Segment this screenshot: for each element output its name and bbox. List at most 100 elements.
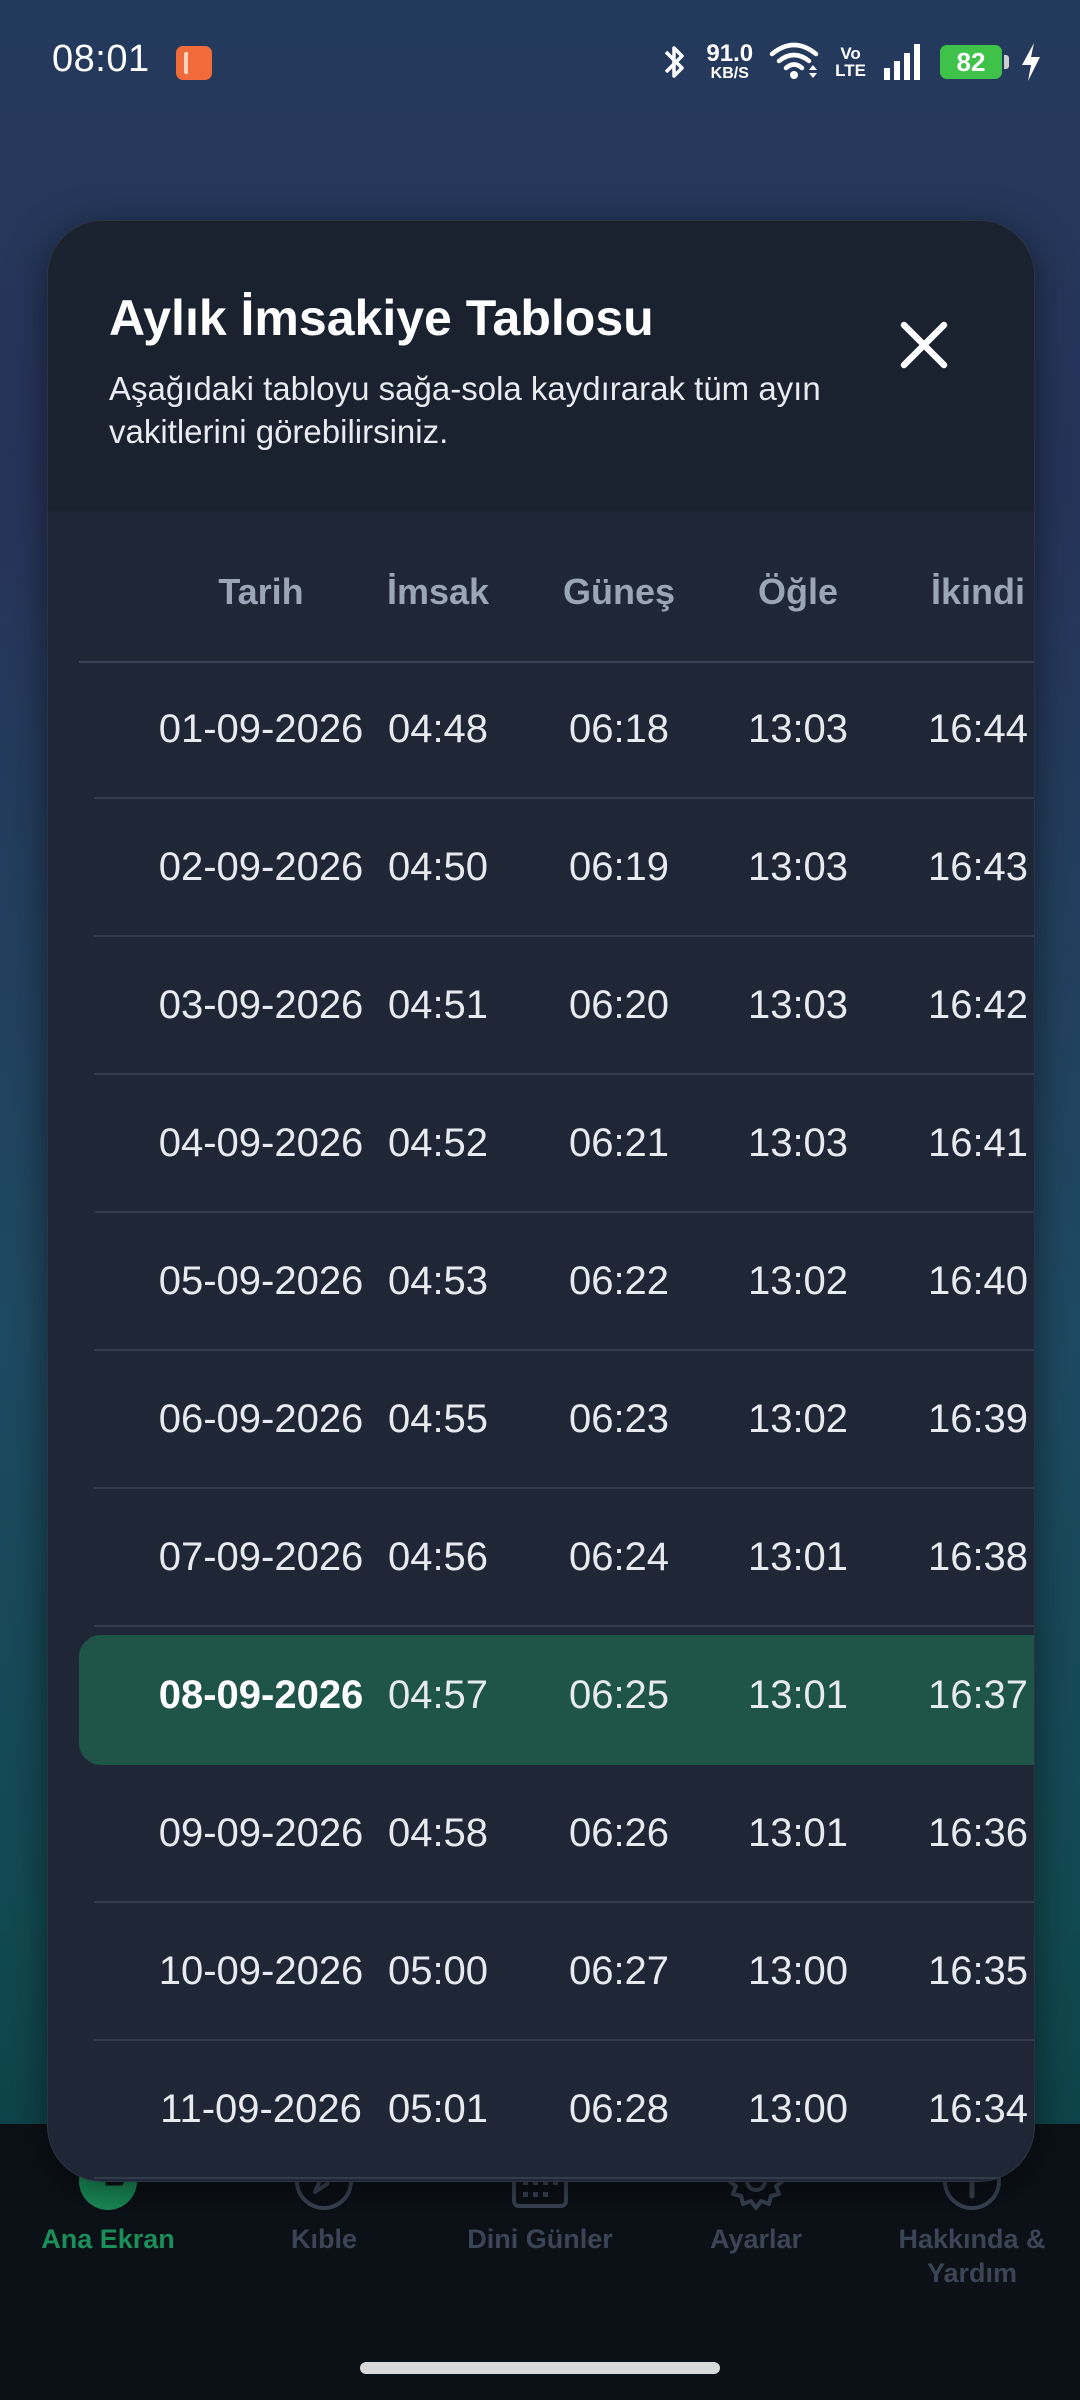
cell-ikindi: 16:37: [927, 1673, 1029, 1717]
column-header-date: Tarih: [218, 571, 304, 612]
battery-indicator: 82: [940, 45, 1009, 79]
cell-ikindi: 16:42: [927, 983, 1029, 1027]
cell-gunes: 06:21: [568, 1121, 670, 1165]
wifi-icon: [769, 42, 819, 79]
cell-imsak: 04:53: [387, 1259, 489, 1303]
cell-ogle: 13:03: [747, 1121, 849, 1165]
cell-date: 05-09-2026: [158, 1259, 364, 1303]
charging-icon: [1022, 43, 1040, 81]
cell-ikindi: 16:36: [927, 1811, 1029, 1855]
table-row: 07-09-2026 04:56 06:24 13:01 16:38: [48, 1489, 1034, 1627]
cell-ikindi: 16:39: [927, 1397, 1029, 1441]
home-indicator[interactable]: [360, 2362, 720, 2374]
cell-ogle: 13:03: [747, 707, 849, 751]
signal-icon: [884, 44, 920, 80]
table-row: 02-09-2026 04:50 06:19 13:03 16:43: [48, 799, 1034, 937]
cell-gunes: 06:27: [568, 1949, 670, 1993]
monthly-timetable-modal: Aylık İmsakiye Tablosu Aşağıdaki tabloyu…: [47, 220, 1035, 2182]
cell-date: 11-09-2026: [160, 2087, 362, 2131]
cell-ogle: 13:02: [747, 1397, 849, 1441]
cell-ogle: 13:00: [747, 2087, 849, 2131]
nav-label-about: Hakkında & Yardım: [898, 2224, 1046, 2288]
cell-ogle: 13:03: [747, 845, 849, 889]
cell-gunes: 06:20: [568, 983, 670, 1027]
cell-imsak: 05:01: [387, 2087, 489, 2131]
cell-date: 07-09-2026: [158, 1535, 364, 1579]
table-row-today: 08-09-2026 04:57 06:25 13:01 16:37: [48, 1627, 1034, 1765]
nav-label-religious-days: Dini Günler: [467, 2224, 613, 2254]
cell-ogle: 13:02: [747, 1259, 849, 1303]
cell-ikindi: 16:38: [927, 1535, 1029, 1579]
nav-label-settings: Ayarlar: [709, 2224, 803, 2254]
table-row: 10-09-2026 05:00 06:27 13:00 16:35: [48, 1903, 1034, 2041]
table-row: 06-09-2026 04:55 06:23 13:02 16:39: [48, 1351, 1034, 1489]
cell-imsak: 04:50: [387, 845, 489, 889]
status-bar: 08:01 91.0 KB/S Vo LTE 82: [0, 0, 1080, 124]
cell-date: 02-09-2026: [158, 845, 364, 889]
timetable-scroll-area[interactable]: Tarih İmsak Güneş Öğle İkindi 01-09-2026…: [48, 511, 1034, 2181]
cell-date: 03-09-2026: [158, 983, 364, 1027]
cell-imsak: 04:51: [387, 983, 489, 1027]
table-header: Tarih İmsak Güneş Öğle İkindi: [79, 511, 1034, 663]
cell-ikindi: 16:43: [927, 845, 1029, 889]
cell-date: 08-09-2026: [158, 1673, 364, 1717]
nav-label-home: Ana Ekran: [41, 2224, 175, 2254]
volte-indicator: Vo LTE: [835, 45, 866, 79]
table-row: 11-09-2026 05:01 06:28 13:00 16:34: [48, 2041, 1034, 2179]
column-header-ikindi: İkindi: [930, 571, 1026, 612]
cell-date: 01-09-2026: [158, 707, 364, 751]
network-speed-unit: KB/S: [710, 65, 749, 82]
cell-imsak: 04:55: [387, 1397, 489, 1441]
cell-date: 10-09-2026: [158, 1949, 364, 1993]
cell-ogle: 13:01: [747, 1673, 849, 1717]
modal-header: Aylık İmsakiye Tablosu Aşağıdaki tabloyu…: [48, 221, 1034, 511]
table-row: 09-09-2026 04:58 06:26 13:01 16:36: [48, 1765, 1034, 1903]
cell-ikindi: 16:41: [927, 1121, 1029, 1165]
cell-ogle: 13:01: [747, 1535, 849, 1579]
battery-level: 82: [956, 46, 986, 77]
table-row: 01-09-2026 04:48 06:18 13:03 16:44: [48, 661, 1034, 799]
column-header-ogle: Öğle: [757, 571, 839, 612]
network-speed-value: 91.0: [706, 40, 754, 67]
cell-date: 06-09-2026: [158, 1397, 364, 1441]
close-icon: [900, 321, 948, 369]
modal-title: Aylık İmsakiye Tablosu: [109, 290, 654, 346]
cell-imsak: 05:00: [387, 1949, 489, 1993]
cell-gunes: 06:24: [568, 1535, 670, 1579]
table-row: 05-09-2026 04:53 06:22 13:02 16:40: [48, 1213, 1034, 1351]
status-time: 08:01: [52, 38, 150, 80]
column-header-gunes: Güneş: [562, 571, 676, 612]
notification-app-icon: [176, 46, 212, 80]
cell-imsak: 04:48: [387, 707, 489, 751]
cell-ikindi: 16:35: [927, 1949, 1029, 1993]
cell-ikindi: 16:44: [927, 707, 1029, 751]
volte-bottom: LTE: [835, 61, 866, 80]
close-button[interactable]: [886, 307, 962, 383]
cell-date: 04-09-2026: [158, 1121, 364, 1165]
cell-ikindi: 16:40: [927, 1259, 1029, 1303]
cell-ikindi: 16:34: [927, 2087, 1029, 2131]
cell-gunes: 06:19: [568, 845, 670, 889]
cell-imsak: 04:58: [387, 1811, 489, 1855]
modal-subtitle: Aşağıdaki tabloyu sağa-sola kaydırarak t…: [109, 370, 821, 450]
cell-imsak: 04:56: [387, 1535, 489, 1579]
table-row: 03-09-2026 04:51 06:20 13:03 16:42: [48, 937, 1034, 1075]
row-divider: [94, 2177, 1034, 2179]
table-row: 04-09-2026 04:52 06:21 13:03 16:41: [48, 1075, 1034, 1213]
status-icons: 91.0 KB/S Vo LTE 82: [660, 36, 1044, 88]
cell-date: 09-09-2026: [158, 1811, 364, 1855]
cell-ogle: 13:00: [747, 1949, 849, 1993]
bluetooth-icon: [665, 46, 685, 78]
cell-gunes: 06:28: [568, 2087, 670, 2131]
cell-imsak: 04:57: [387, 1673, 489, 1717]
table-body: 01-09-2026 04:48 06:18 13:03 16:44 02-09-2026…: [48, 661, 1034, 2179]
cell-gunes: 06:26: [568, 1811, 670, 1855]
column-header-imsak: İmsak: [386, 571, 490, 612]
nav-label-qibla: Kıble: [290, 2224, 357, 2254]
network-speed: 91.0 KB/S: [706, 42, 753, 82]
cell-gunes: 06:23: [568, 1397, 670, 1441]
cell-gunes: 06:25: [568, 1673, 670, 1717]
cell-imsak: 04:52: [387, 1121, 489, 1165]
volte-top: Vo: [840, 44, 861, 63]
cell-ogle: 13:01: [747, 1811, 849, 1855]
